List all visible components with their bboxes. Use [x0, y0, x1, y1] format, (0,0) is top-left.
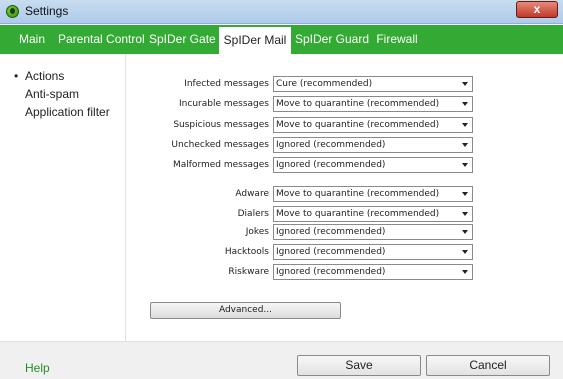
combo-incurable-messages[interactable]: Move to quarantine (recommended)	[273, 96, 473, 112]
row-label-unchecked: Unchecked messages	[171, 140, 269, 150]
tab-parental-control[interactable]: Parental Control	[58, 25, 145, 54]
row-label-riskware: Riskware	[228, 267, 269, 277]
cancel-button[interactable]: Cancel	[426, 355, 550, 376]
combo-dialers[interactable]: Move to quarantine (recommended)	[273, 206, 473, 222]
combo-adware[interactable]: Move to quarantine (recommended)	[273, 186, 473, 202]
combo-jokes[interactable]: Ignored (recommended)	[273, 224, 473, 240]
chevron-down-icon	[462, 102, 468, 106]
selected-bullet: •	[14, 69, 19, 83]
combo-value: Move to quarantine (recommended)	[276, 99, 440, 109]
row-label-suspicious: Suspicious messages	[173, 120, 269, 130]
chevron-down-icon	[462, 143, 468, 147]
sidebar-item-actions[interactable]: Actions	[25, 69, 64, 83]
combo-value: Cure (recommended)	[276, 79, 373, 89]
title-bar: Settings x	[0, 0, 563, 24]
combo-value: Move to quarantine (recommended)	[276, 209, 440, 219]
row-label-malformed: Malformed messages	[172, 160, 269, 170]
combo-value: Ignored (recommended)	[276, 267, 386, 277]
chevron-down-icon	[462, 212, 468, 216]
tab-spider-guard[interactable]: SpIDer Guard	[294, 25, 370, 54]
tab-main[interactable]: Main	[12, 25, 52, 54]
save-button[interactable]: Save	[297, 355, 421, 376]
row-label-incurable: Incurable messages	[179, 99, 269, 109]
combo-riskware[interactable]: Ignored (recommended)	[273, 264, 473, 280]
combo-value: Ignored (recommended)	[276, 227, 386, 237]
tab-firewall[interactable]: Firewall	[374, 25, 420, 54]
close-button[interactable]: x	[516, 1, 558, 18]
sidebar-item-anti-spam[interactable]: Anti-spam	[25, 87, 79, 101]
combo-value: Move to quarantine (recommended)	[276, 189, 440, 199]
combo-hacktools[interactable]: Ignored (recommended)	[273, 244, 473, 260]
combo-unchecked-messages[interactable]: Ignored (recommended)	[273, 137, 473, 153]
chevron-down-icon	[462, 230, 468, 234]
chevron-down-icon	[462, 270, 468, 274]
close-icon: x	[533, 2, 541, 16]
advanced-button[interactable]: Advanced...	[150, 302, 341, 319]
combo-infected-messages[interactable]: Cure (recommended)	[273, 76, 473, 92]
tab-bar: Main Parental Control SpIDer Gate SpIDer…	[0, 25, 563, 54]
combo-value: Ignored (recommended)	[276, 140, 386, 150]
combo-value: Ignored (recommended)	[276, 160, 386, 170]
chevron-down-icon	[462, 250, 468, 254]
chevron-down-icon	[462, 123, 468, 127]
sidebar-item-application-filter[interactable]: Application filter	[25, 105, 110, 119]
chevron-down-icon	[462, 163, 468, 167]
chevron-down-icon	[462, 192, 468, 196]
row-label-hacktools: Hacktools	[224, 247, 269, 257]
footer: Help Save Cancel	[0, 341, 563, 379]
combo-value: Move to quarantine (recommended)	[276, 120, 440, 130]
chevron-down-icon	[462, 82, 468, 86]
combo-value: Ignored (recommended)	[276, 247, 386, 257]
help-link[interactable]: Help	[25, 361, 50, 375]
sidebar: • Actions Anti-spam Application filter	[0, 54, 126, 341]
row-label-infected: Infected messages	[184, 79, 269, 89]
row-label-dialers: Dialers	[237, 209, 269, 219]
window-title: Settings	[25, 4, 69, 18]
row-label-jokes: Jokes	[245, 227, 269, 237]
combo-malformed-messages[interactable]: Ignored (recommended)	[273, 157, 473, 173]
combo-suspicious-messages[interactable]: Move to quarantine (recommended)	[273, 117, 473, 133]
tab-spider-mail[interactable]: SpIDer Mail	[219, 27, 291, 54]
spider-app-icon	[6, 5, 19, 18]
tab-spider-gate[interactable]: SpIDer Gate	[149, 25, 216, 54]
row-label-adware: Adware	[235, 189, 269, 199]
